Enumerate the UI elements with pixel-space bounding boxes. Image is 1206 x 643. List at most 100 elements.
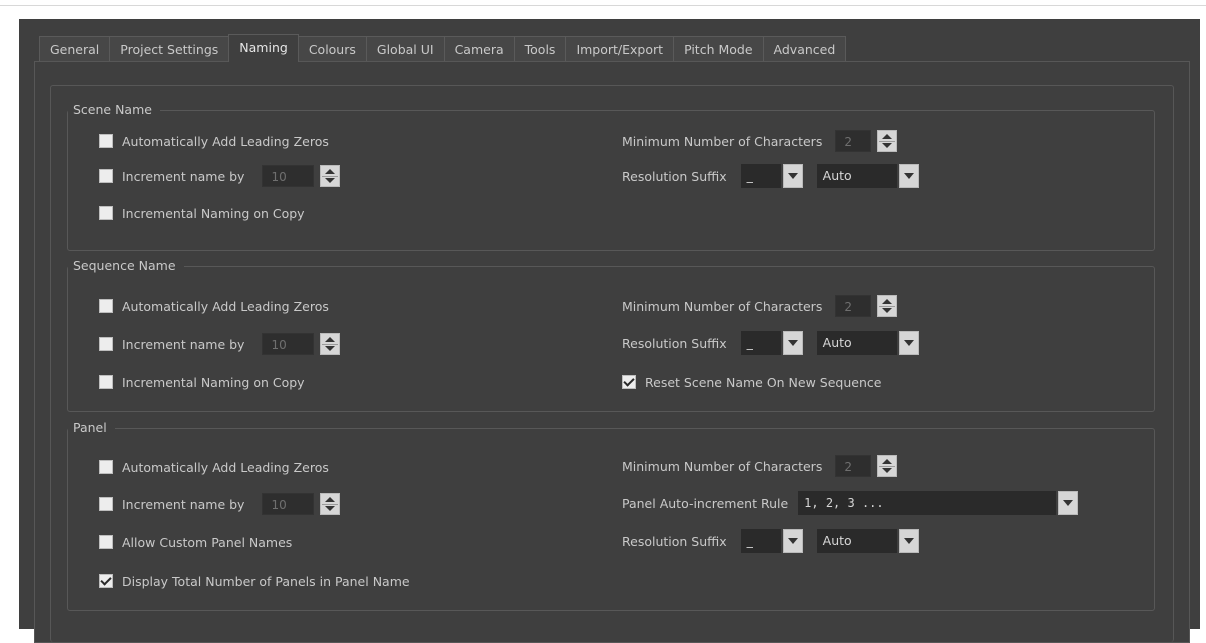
tab-advanced[interactable]: Advanced [762,36,847,62]
resolution-mode-value: Auto [816,331,897,355]
resolution-suffix-label: Resolution Suffix [622,168,727,184]
chevron-down-icon[interactable] [898,164,919,188]
scene-resolution-row: Resolution Suffix _ Auto [622,164,919,188]
increment-value[interactable]: 10 [262,333,315,355]
auto-increment-value: 1, 2, 3 ... [798,491,1057,515]
sequence-leading-zeros-row[interactable]: Automatically Add Leading Zeros [99,295,329,317]
panel-auto-increment-row: Panel Auto-increment Rule 1, 2, 3 ... [622,491,1079,515]
chevron-down-icon[interactable] [782,164,803,188]
separator-dropdown[interactable]: _ [740,164,803,188]
tab-global-ui[interactable]: Global UI [365,36,445,62]
resolution-suffix-label: Resolution Suffix [622,533,727,549]
tab-tools[interactable]: Tools [513,36,567,62]
checkbox-label: Automatically Add Leading Zeros [122,133,329,149]
sequence-resolution-row: Resolution Suffix _ Auto [622,331,919,355]
separator-dropdown[interactable]: _ [740,529,803,553]
display-total-panels-row[interactable]: Display Total Number of Panels in Panel … [99,570,410,592]
stepper-arrows-icon[interactable] [320,333,341,355]
stepper-arrows-icon[interactable] [877,130,898,152]
panel-group: Panel Automatically Add Leading Zeros In… [67,420,1155,611]
tab-naming[interactable]: Naming [228,34,299,62]
sequence-increment-row: Increment name by 10 [99,333,341,355]
resolution-mode-dropdown[interactable]: Auto [816,331,919,355]
tab-camera[interactable]: Camera [443,36,515,62]
min-chars-label: Minimum Number of Characters [622,458,823,474]
separator-dropdown[interactable]: _ [740,331,803,355]
panel-leading-zeros-row[interactable]: Automatically Add Leading Zeros [99,456,329,478]
stepper-arrows-icon[interactable] [877,295,898,317]
checkbox-checked[interactable] [99,574,113,588]
scene-increment-row: Increment name by 10 [99,165,341,187]
group-title: Scene Name [68,102,160,118]
stepper-arrows-icon[interactable] [320,165,341,187]
scene-name-group: Scene Name Automatically Add Leading Zer… [67,102,1155,251]
tab-pitch-mode[interactable]: Pitch Mode [673,36,764,62]
tab-colours[interactable]: Colours [297,36,367,62]
auto-increment-label: Panel Auto-increment Rule [622,495,789,511]
reset-scene-name-row[interactable]: Reset Scene Name On New Sequence [622,371,881,393]
stepper-arrows-icon[interactable] [320,493,341,515]
scene-incremental-copy-row[interactable]: Incremental Naming on Copy [99,202,305,224]
panel-min-chars-row: Minimum Number of Characters 2 [622,455,898,477]
panel-resolution-row: Resolution Suffix _ Auto [622,529,919,553]
resolution-mode-value: Auto [816,529,897,553]
group-title: Sequence Name [68,258,184,274]
chevron-down-icon[interactable] [898,331,919,355]
tab-project-settings[interactable]: Project Settings [109,36,230,62]
sequence-min-chars-row: Minimum Number of Characters 2 [622,295,898,317]
resolution-mode-dropdown[interactable]: Auto [816,164,919,188]
checkbox-label: Incremental Naming on Copy [122,374,305,390]
checkbox-label: Increment name by [122,336,245,352]
checkbox[interactable] [99,169,113,183]
resolution-mode-dropdown[interactable]: Auto [816,529,919,553]
checkbox-label: Automatically Add Leading Zeros [122,298,329,314]
checkbox[interactable] [99,460,113,474]
scene-min-chars-row: Minimum Number of Characters 2 [622,130,898,152]
checkbox[interactable] [99,337,113,351]
min-chars-stepper: 2 [835,295,898,317]
checkbox-label: Incremental Naming on Copy [122,205,305,221]
checkbox[interactable] [99,206,113,220]
resolution-mode-value: Auto [816,164,897,188]
separator-value: _ [740,331,781,355]
checkbox-label: Increment name by [122,168,245,184]
resolution-suffix-label: Resolution Suffix [622,335,727,351]
panel-increment-row: Increment name by 10 [99,493,341,515]
sequence-incremental-copy-row[interactable]: Incremental Naming on Copy [99,371,305,393]
min-chars-label: Minimum Number of Characters [622,133,823,149]
chevron-down-icon[interactable] [782,529,803,553]
scene-leading-zeros-row[interactable]: Automatically Add Leading Zeros [99,130,329,152]
tab-import-export[interactable]: Import/Export [565,36,675,62]
separator-value: _ [740,164,781,188]
checkbox[interactable] [99,299,113,313]
chevron-down-icon[interactable] [782,331,803,355]
tab-bar: General Project Settings Naming Colours … [39,34,847,62]
increment-stepper: 10 [262,333,341,355]
min-chars-value[interactable]: 2 [835,455,872,477]
increment-value[interactable]: 10 [262,165,315,187]
auto-increment-dropdown[interactable]: 1, 2, 3 ... [798,491,1079,515]
checkbox-label: Allow Custom Panel Names [122,534,293,550]
checkbox[interactable] [99,134,113,148]
checkbox-checked[interactable] [622,375,636,389]
tab-general[interactable]: General [39,36,111,62]
sequence-name-group: Sequence Name Automatically Add Leading … [67,258,1155,412]
separator-value: _ [740,529,781,553]
allow-custom-panel-names-row[interactable]: Allow Custom Panel Names [99,531,292,553]
increment-value[interactable]: 10 [262,493,315,515]
min-chars-label: Minimum Number of Characters [622,298,823,314]
increment-stepper: 10 [262,493,341,515]
stepper-arrows-icon[interactable] [877,455,898,477]
top-divider [0,5,1206,6]
min-chars-value[interactable]: 2 [835,130,872,152]
checkbox-label: Increment name by [122,496,245,512]
min-chars-stepper: 2 [835,455,898,477]
chevron-down-icon[interactable] [898,529,919,553]
checkbox[interactable] [99,535,113,549]
min-chars-value[interactable]: 2 [835,295,872,317]
increment-stepper: 10 [262,165,341,187]
checkbox[interactable] [99,375,113,389]
chevron-down-icon[interactable] [1058,491,1079,515]
checkbox[interactable] [99,497,113,511]
group-title: Panel [68,420,115,436]
